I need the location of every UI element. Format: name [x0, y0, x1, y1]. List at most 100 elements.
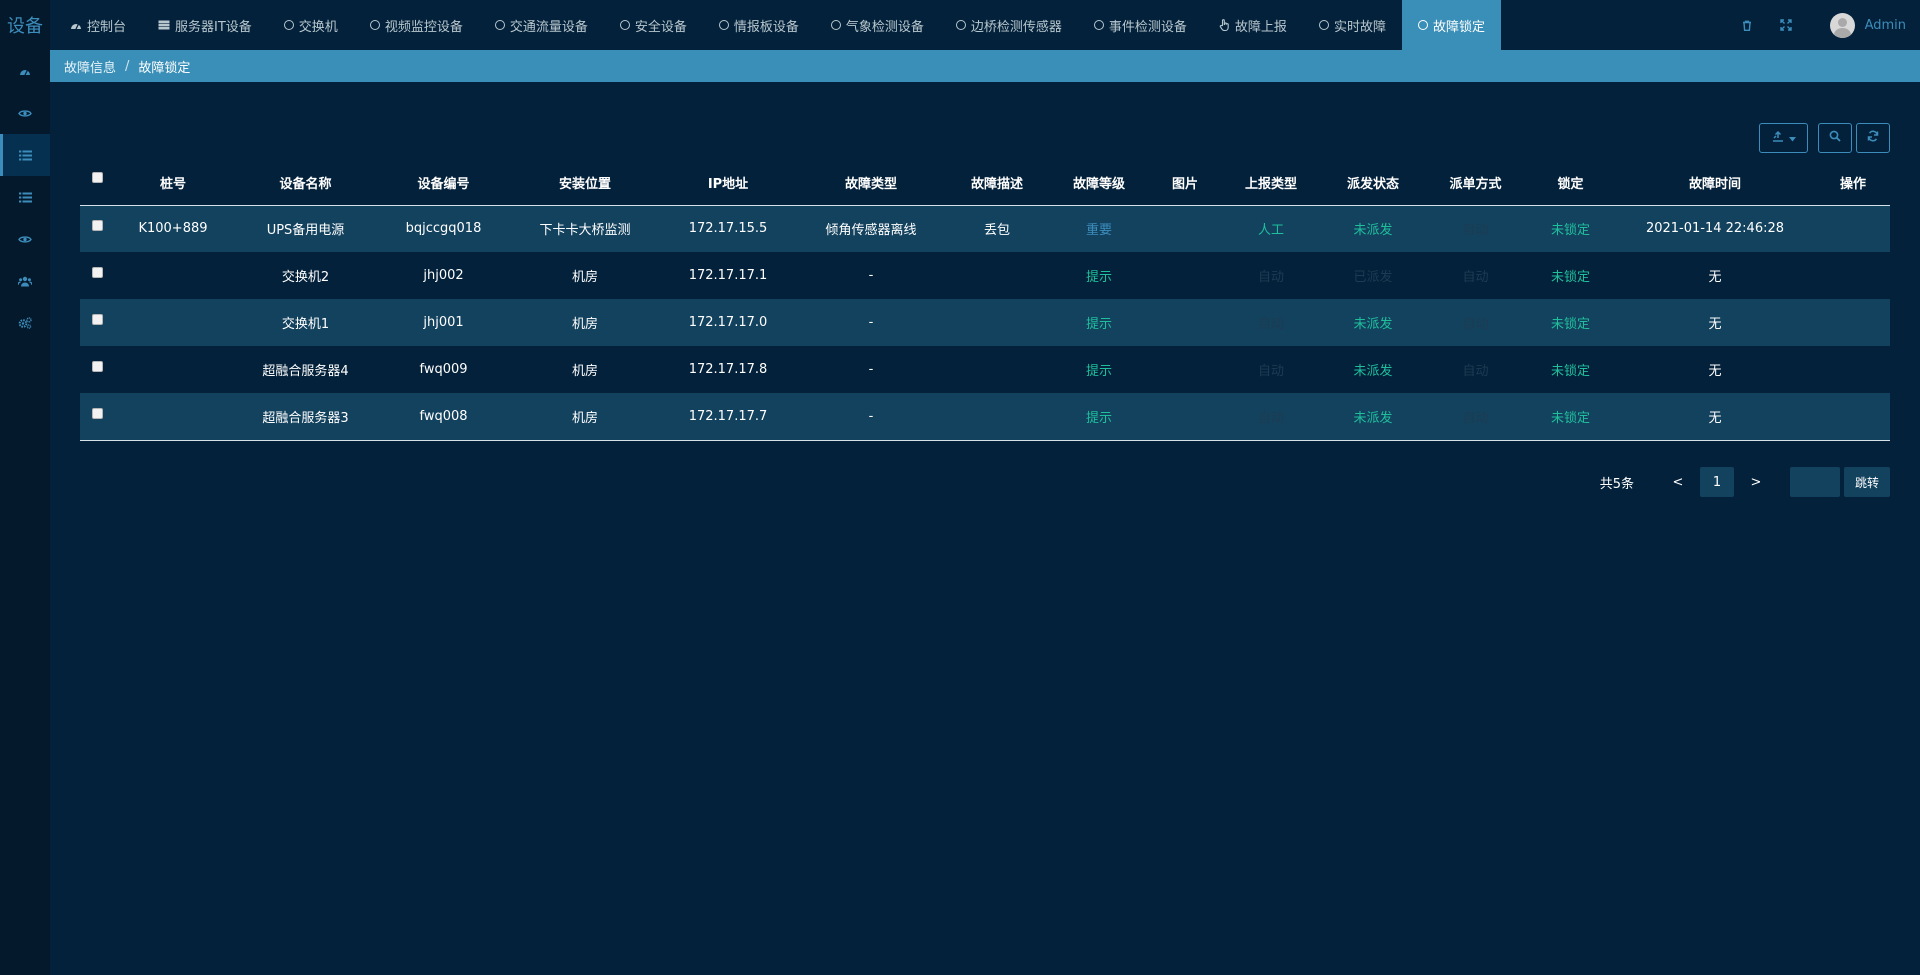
sidebar-item-1[interactable]: [0, 50, 50, 92]
breadcrumb: 故障信息 / 故障锁定: [50, 50, 1920, 82]
page-1-button[interactable]: 1: [1699, 467, 1734, 497]
tab-8[interactable]: 气象检测设备: [815, 0, 940, 50]
jump-page-input[interactable]: [1789, 467, 1840, 497]
tab-label: 事件检测设备: [1108, 19, 1187, 35]
column-header[interactable]: 桩号: [112, 160, 234, 206]
tab-9[interactable]: 边桥检测传感器: [940, 0, 1078, 50]
sidebar-item-7[interactable]: [0, 302, 50, 344]
column-header[interactable]: 上报类型: [1220, 160, 1322, 206]
sidebar: [0, 50, 50, 975]
action-cell: [1816, 393, 1890, 441]
sidebar-item-4[interactable]: [0, 176, 50, 218]
fault-time-cell: 无: [1614, 393, 1816, 441]
search-button[interactable]: [1818, 123, 1852, 153]
circle-icon: [494, 20, 505, 30]
ip-cell: 172.17.15.5: [688, 221, 768, 237]
device-code-cell: jhj001: [423, 315, 464, 330]
row-checkbox[interactable]: [92, 361, 103, 372]
table-row[interactable]: 超融合服务器4 fwq009 机房 172.17.17.8 - 提示 自动 未派发 自动 未锁定 无: [80, 346, 1890, 393]
sidebar-item-6[interactable]: [0, 260, 50, 302]
fault-type-cell: 倾角传感器离线: [825, 223, 917, 239]
row-checkbox[interactable]: [92, 407, 103, 419]
table-row[interactable]: 超融合服务器3 fwq008 机房 172.17.17.7- 提示 自动 未派发 自动 未锁定无: [80, 393, 1890, 441]
tab-label: 视频监控设备: [384, 19, 463, 35]
column-header[interactable]: 设备名称: [234, 160, 377, 206]
tab-11[interactable]: 故障上报: [1203, 0, 1303, 50]
column-header[interactable]: 锁定: [1527, 160, 1614, 206]
jump-button[interactable]: 跳转: [1843, 467, 1890, 497]
breadcrumb-current: 故障锁定: [138, 60, 191, 76]
device-name-cell: 交换机2: [281, 270, 330, 285]
breadcrumb-parent[interactable]: 故障信息: [64, 57, 116, 76]
next-page-button[interactable]: >: [1736, 475, 1776, 490]
sidebar-item-2[interactable]: [0, 92, 50, 134]
image-cell: [1150, 205, 1220, 252]
prev-page-button[interactable]: <: [1658, 475, 1698, 490]
tab-6[interactable]: 安全设备: [604, 0, 703, 50]
column-header[interactable]: 派发状态: [1322, 160, 1424, 206]
column-header[interactable]: 故障时间: [1614, 160, 1816, 206]
dispatch-status-cell: 未派发: [1353, 223, 1393, 239]
brand-logo[interactable]: 设备: [0, 0, 50, 50]
fullscreen-icon[interactable]: [1779, 19, 1792, 31]
user-name[interactable]: Admin: [1865, 18, 1906, 33]
device-code-cell: fwq008: [377, 393, 510, 441]
column-header[interactable]: 派单方式: [1424, 160, 1527, 206]
action-cell: [1816, 346, 1890, 393]
table-row[interactable]: K100+889 UPS备用电源 bqjccgq018 下卡卡大桥监测 172.17.1…: [80, 205, 1890, 252]
dispatch-mode-cell: 自动: [1462, 270, 1489, 285]
tab-13[interactable]: 故障锁定: [1401, 0, 1501, 50]
column-header[interactable]: 操作: [1816, 160, 1890, 206]
sidebar-item-3[interactable]: [0, 134, 50, 176]
column-header[interactable]: 设备编号: [377, 160, 510, 206]
report-type-cell: 人工: [1257, 223, 1284, 239]
tab-1[interactable]: 控制台: [54, 0, 142, 50]
tab-2[interactable]: 服务器IT设备: [142, 0, 268, 50]
row-checkbox[interactable]: [92, 314, 103, 325]
export-button[interactable]: [1759, 123, 1808, 153]
trash-icon[interactable]: [1742, 20, 1752, 31]
device-code-cell: fwq009: [419, 362, 468, 377]
column-header[interactable]: 图片: [1150, 160, 1220, 206]
circle-icon: [283, 20, 294, 30]
export-icon: [1772, 130, 1785, 146]
fault-time-cell: 无: [1708, 270, 1722, 285]
image-cell: [1150, 393, 1220, 441]
column-header[interactable]: 故障类型: [796, 160, 946, 206]
select-all-checkbox[interactable]: [92, 171, 103, 183]
dispatch-status-cell: 未派发: [1322, 393, 1424, 441]
row-checkbox[interactable]: [92, 220, 103, 232]
tab-3[interactable]: 交换机: [268, 0, 354, 50]
tab-4[interactable]: 视频监控设备: [354, 0, 479, 50]
cogs-icon: [18, 317, 32, 329]
column-header[interactable]: 安装位置: [510, 160, 660, 206]
search-icon: [1829, 130, 1841, 146]
device-name-cell: 超融合服务器4: [262, 364, 349, 379]
stake-cell: K100+889: [138, 221, 208, 237]
sidebar-item-5[interactable]: [0, 218, 50, 260]
fault-level-cell: 提示: [1085, 270, 1112, 285]
report-type-cell: 自动: [1257, 317, 1284, 332]
tab-12[interactable]: 实时故障: [1303, 0, 1402, 50]
tab-label: 边桥检测传感器: [970, 19, 1062, 35]
column-header[interactable]: 故障描述: [946, 160, 1048, 206]
breadcrumb-separator: /: [125, 58, 130, 74]
avatar[interactable]: [1829, 12, 1855, 38]
fault-desc-cell: [946, 299, 1048, 346]
table-row[interactable]: 交换机1 jhj001 机房 172.17.17.0 - 提示 自动 未派发 自动 未锁定 无: [80, 299, 1890, 346]
ip-cell: 172.17.17.1: [688, 268, 768, 283]
fault-desc-cell: [946, 393, 1048, 441]
tab-7[interactable]: 情报板设备: [703, 0, 815, 50]
column-header[interactable]: 故障等级: [1048, 160, 1150, 206]
tab-5[interactable]: 交通流量设备: [479, 0, 604, 50]
tab-10[interactable]: 事件检测设备: [1078, 0, 1203, 50]
column-header[interactable]: IP地址: [660, 160, 796, 206]
tab-label: 安全设备: [634, 19, 687, 35]
row-checkbox[interactable]: [92, 267, 103, 278]
users-icon: [18, 276, 32, 287]
fault-time-cell: 2021-01-14 22:46:28: [1645, 221, 1785, 237]
ip-cell: 172.17.17.0: [688, 315, 768, 330]
refresh-button[interactable]: [1856, 123, 1890, 153]
circle-icon: [1417, 20, 1428, 30]
table-row[interactable]: 交换机2 jhj002 机房 172.17.17.1 - 提示 自动 已派发 自动 未锁定 无: [80, 252, 1890, 299]
